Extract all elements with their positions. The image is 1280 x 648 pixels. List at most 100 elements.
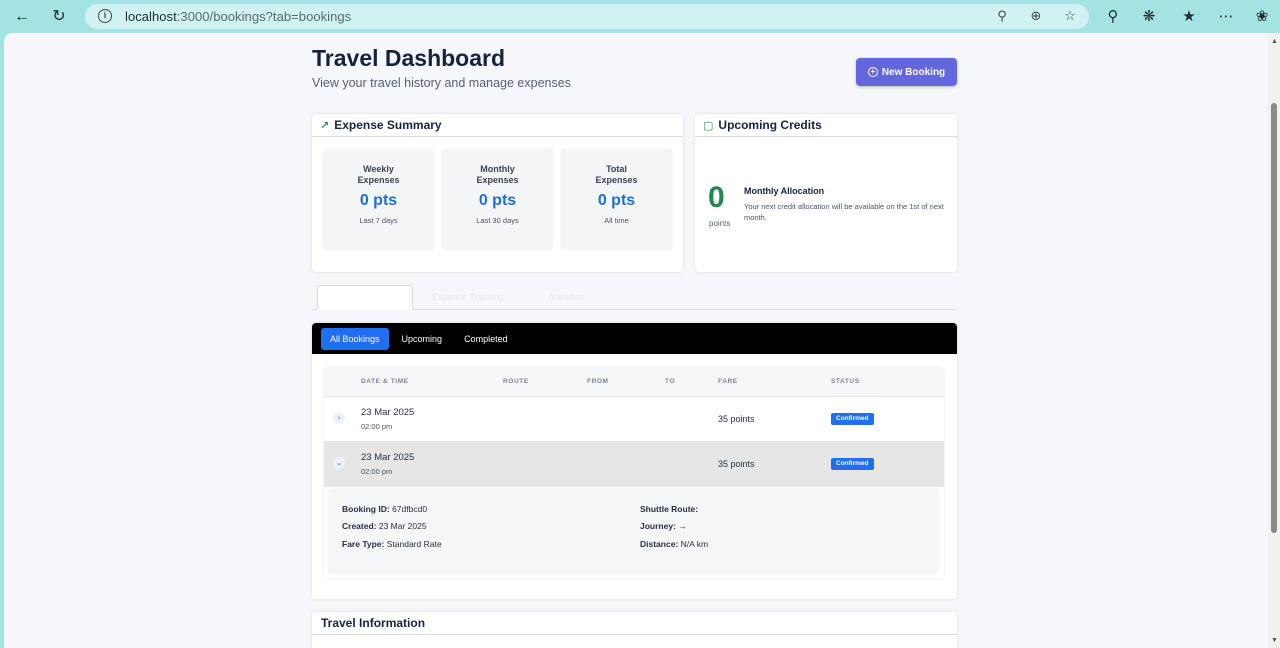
status-badge: Confirmed: [831, 458, 874, 470]
journey-label: Journey:: [640, 521, 676, 531]
row-date: 23 Mar 2025: [361, 407, 415, 418]
shuttle-route-label: Shuttle Route:: [640, 504, 699, 514]
upcoming-credits-header: ▢ Upcoming Credits: [695, 114, 957, 137]
scrollbar-thumb[interactable]: [1271, 103, 1277, 533]
booking-id-line: Booking ID: 67dfbcd0: [342, 504, 427, 514]
scroll-up-icon[interactable]: ▲: [1271, 38, 1278, 45]
table-row[interactable]: › 23 Mar 2025 02:00 pm 35 points Confirm…: [324, 397, 944, 442]
zoom-icon[interactable]: ⊕: [1027, 7, 1045, 25]
created-line: Created: 23 Mar 2025: [342, 521, 427, 531]
row-fare: 35 points: [718, 414, 755, 424]
fare-type-value: Standard Rate: [386, 539, 442, 549]
stat-value: 0 pts: [359, 192, 398, 209]
page-title: Travel Dashboard: [312, 45, 506, 71]
col-date-time: DATE & TIME: [361, 378, 409, 385]
url-path: :3000/bookings?tab=bookings: [176, 9, 352, 24]
row-date: 23 Mar 2025: [361, 452, 415, 463]
status-badge: Confirmed: [831, 413, 874, 425]
fare-type-label: Fare Type:: [342, 539, 385, 549]
weekly-expenses-stat: Weekly Expenses 0 pts Last 7 days: [323, 149, 434, 250]
filter-completed[interactable]: Completed: [455, 328, 517, 350]
expense-summary-card: ↗ Expense Summary Weekly Expenses 0 pts …: [312, 114, 683, 272]
page-scrollbar[interactable]: ▲ ▼: [1268, 33, 1280, 648]
monthly-expenses-stat: Monthly Expenses 0 pts Last 30 days: [442, 149, 553, 250]
extensions-icon[interactable]: ❋: [1138, 6, 1160, 28]
new-booking-label: New Booking: [881, 66, 946, 78]
favorites-icon[interactable]: ★: [1178, 6, 1200, 28]
page-viewport: Travel Dashboard View your travel histor…: [4, 33, 1268, 648]
col-to: TO: [665, 378, 676, 385]
row-time: 02:00 pm: [361, 467, 393, 476]
travel-information-title: Travel Information: [321, 616, 426, 630]
table-header: DATE & TIME ROUTE FROM TO FARE STATUS: [324, 368, 944, 397]
filter-all-bookings[interactable]: All Bookings: [321, 327, 389, 350]
fare-type-line: Fare Type: Standard Rate: [342, 539, 442, 549]
tab-analytics[interactable]: Analytics: [548, 292, 584, 302]
trending-up-icon: ↗: [320, 119, 330, 132]
col-route: ROUTE: [503, 378, 529, 385]
stat-value: 0 pts: [478, 192, 517, 209]
browser-toolbar: ← ↻ i localhost:3000/bookings?tab=bookin…: [0, 0, 1280, 33]
booking-details-panel: Booking ID: 67dfbcd0 Created: 23 Mar 202…: [328, 489, 939, 573]
total-expenses-stat: Total Expenses 0 pts All time: [561, 149, 672, 250]
distance-label: Distance:: [640, 539, 679, 549]
booking-id-value: 67dfbcd0: [392, 504, 428, 514]
new-booking-button[interactable]: + New Booking: [856, 58, 957, 86]
stat-label: Total Expenses: [595, 164, 638, 185]
stat-value: 0 pts: [597, 192, 636, 209]
reload-icon[interactable]: ↻: [48, 6, 70, 28]
url-host: localhost: [125, 9, 177, 24]
stat-label: Weekly Expenses: [357, 164, 400, 185]
site-info-icon[interactable]: i: [98, 9, 112, 23]
table-row-expanded[interactable]: ⌄ 23 Mar 2025 02:00 pm 35 points Confirm…: [324, 442, 944, 487]
bookings-table: DATE & TIME ROUTE FROM TO FARE STATUS › …: [324, 368, 944, 578]
col-from: FROM: [587, 378, 609, 385]
travel-information-header: Travel Information: [312, 612, 957, 635]
distance-value: N/A km: [680, 539, 709, 549]
journey-line: Journey: →: [640, 521, 687, 531]
distance-line: Distance: N/A km: [640, 539, 708, 549]
booking-filter-bar: All Bookings Upcoming Completed: [312, 323, 957, 354]
row-time: 02:00 pm: [361, 422, 393, 431]
lens-search-icon[interactable]: ⚲: [1102, 6, 1124, 28]
stat-sub: All time: [604, 216, 629, 225]
expense-summary-title: Expense Summary: [334, 118, 442, 132]
tab-expense-tracking[interactable]: Expense Tracking: [432, 292, 504, 302]
page-subtitle: View your travel history and manage expe…: [312, 76, 571, 90]
credits-unit: points: [709, 219, 731, 228]
key-icon[interactable]: ⚲: [993, 7, 1011, 25]
booking-id-label: Booking ID:: [342, 504, 390, 514]
favorite-star-icon[interactable]: ☆: [1061, 7, 1079, 25]
travel-information-card: Travel Information: [312, 612, 957, 648]
scroll-down-icon[interactable]: ▼: [1271, 637, 1278, 644]
chevron-right-icon[interactable]: ›: [333, 412, 345, 424]
wallet-icon: ▢: [703, 119, 714, 132]
dashboard-tabs: Expense Tracking Analytics: [312, 285, 957, 310]
col-fare: FARE: [718, 378, 738, 385]
allocation-title: Monthly Allocation: [744, 186, 825, 196]
more-menu-icon[interactable]: ⋯: [1215, 6, 1237, 28]
copilot-icon[interactable]: ❀: [1251, 6, 1273, 28]
upcoming-credits-card: ▢ Upcoming Credits 0 points Monthly Allo…: [695, 114, 957, 272]
upcoming-credits-title: Upcoming Credits: [718, 118, 822, 132]
created-label: Created:: [342, 521, 377, 531]
journey-value: →: [678, 521, 687, 531]
row-fare: 35 points: [718, 459, 755, 469]
chevron-down-icon[interactable]: ⌄: [333, 457, 345, 469]
stat-sub: Last 30 days: [476, 216, 519, 225]
address-bar[interactable]: i localhost:3000/bookings?tab=bookings ⚲…: [85, 4, 1089, 29]
created-value: 23 Mar 2025: [378, 521, 427, 531]
bookings-card: All Bookings Upcoming Completed DATE & T…: [312, 323, 957, 599]
allocation-text: Your next credit allocation will be avai…: [744, 202, 944, 222]
shuttle-route-line: Shuttle Route:: [640, 504, 698, 514]
stat-label: Monthly Expenses: [476, 164, 519, 185]
expense-summary-header: ↗ Expense Summary: [312, 114, 683, 137]
url-text[interactable]: localhost:3000/bookings?tab=bookings: [125, 9, 351, 24]
back-arrow-icon[interactable]: ←: [11, 6, 33, 28]
tab-bookings[interactable]: [317, 285, 413, 310]
col-status: STATUS: [831, 378, 860, 385]
stat-sub: Last 7 days: [359, 216, 398, 225]
filter-upcoming[interactable]: Upcoming: [393, 328, 452, 350]
plus-circle-icon: +: [867, 67, 878, 77]
credits-amount: 0: [708, 181, 725, 214]
